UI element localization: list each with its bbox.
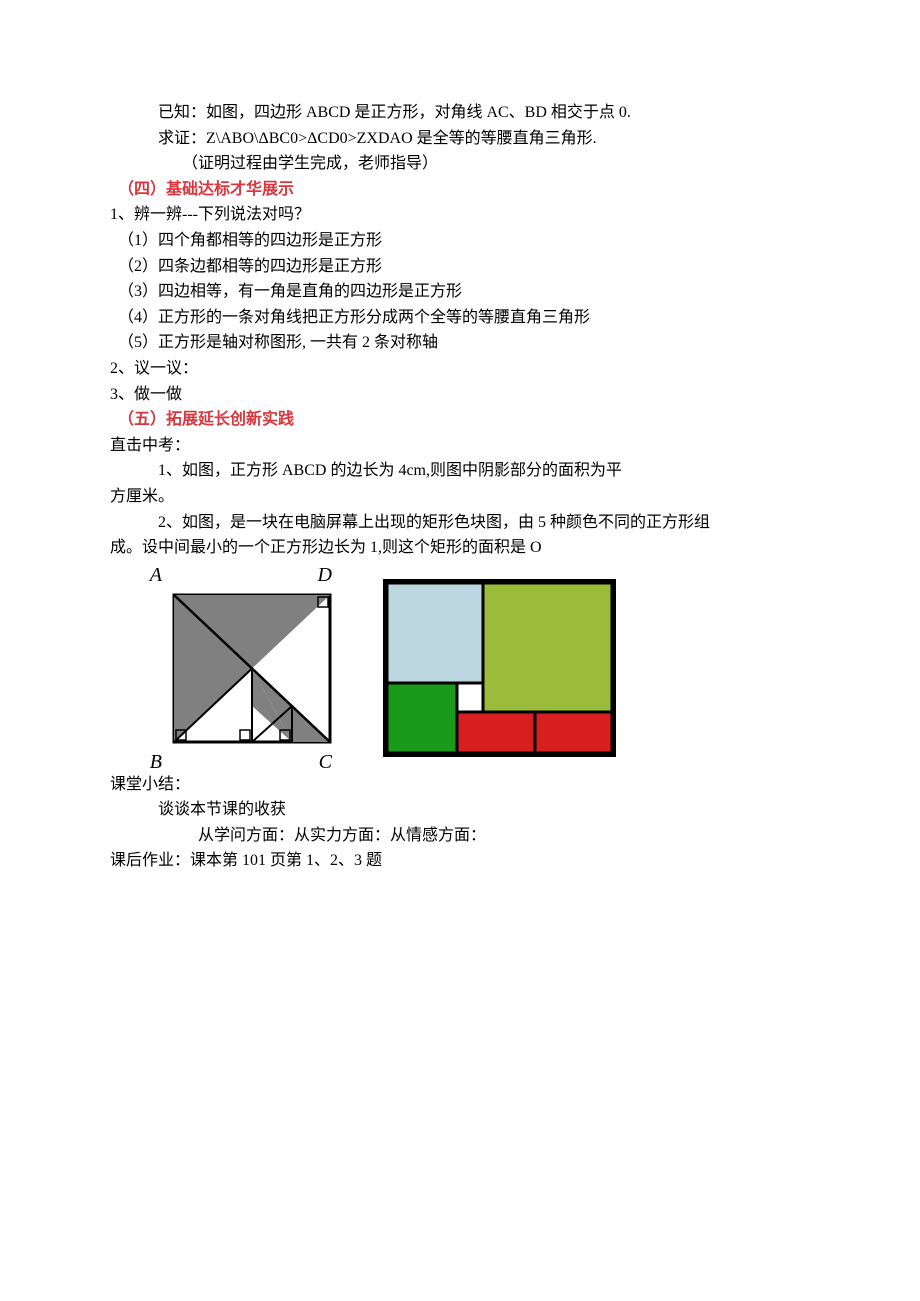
figure1-svg bbox=[162, 591, 342, 746]
section5-title: （五）拓展延长创新实践 bbox=[110, 407, 810, 433]
document-page: 已知：如图，四边形 ABCD 是正方形，对角线 AC、BD 相交于点 0. 求证… bbox=[0, 0, 920, 874]
figures-row: A D B C bbox=[140, 567, 810, 770]
q1-item-2: （2）四条边都相等的四边形是正方形 bbox=[110, 254, 810, 280]
q1-item-1: （1）四个角都相等的四边形是正方形 bbox=[110, 228, 810, 254]
problem2-line2: 成。设中间最小的一个正方形边长为 1,则这个矩形的面积是 O bbox=[110, 535, 810, 561]
figure1-label-D: D bbox=[318, 559, 342, 591]
figure-1-square-diagonal: A D B C bbox=[140, 567, 342, 770]
q2-line: 2、议一议： bbox=[110, 356, 810, 382]
problem2-line1: 2、如图，是一块在电脑屏幕上出现的矩形色块图，由 5 种颜色不同的正方形组 bbox=[110, 510, 810, 536]
section4-title: （四）基础达标才华展示 bbox=[110, 177, 810, 203]
figure-2-color-blocks bbox=[382, 578, 617, 758]
figure1-label-C: C bbox=[319, 746, 342, 778]
summary-title: 课堂小结： bbox=[110, 772, 810, 798]
summary-aspects: 从学问方面：从实力方面：从情感方面： bbox=[110, 823, 810, 849]
known-line: 已知：如图，四边形 ABCD 是正方形，对角线 AC、BD 相交于点 0. bbox=[110, 100, 810, 126]
homework-line: 课后作业：课本第 101 页第 1、2、3 题 bbox=[110, 848, 810, 874]
problem1-line1: 1、如图，正方形 ABCD 的边长为 4cm,则图中阴影部分的面积为平 bbox=[110, 458, 810, 484]
q3-line: 3、做一做 bbox=[110, 382, 810, 408]
figure1-label-A: A bbox=[150, 559, 162, 591]
problem1-line2: 方厘米。 bbox=[110, 484, 810, 510]
exam-lead: 直击中考： bbox=[110, 433, 810, 459]
summary-line: 谈谈本节课的收获 bbox=[110, 797, 810, 823]
prove-line: 求证：Z\ABO\ΔBC0>ΔCD0>ZXDAO 是全等的等腰直角三角形. bbox=[110, 126, 810, 152]
q1-item-4: （4）正方形的一条对角线把正方形分成两个全等的等腰直角三角形 bbox=[110, 305, 810, 331]
q1-item-3: （3）四边相等，有一角是直角的四边形是正方形 bbox=[110, 279, 810, 305]
q1-item-5: （5）正方形是轴对称图形, 一共有 2 条对称轴 bbox=[110, 330, 810, 356]
proof-note: （证明过程由学生完成，老师指导） bbox=[110, 151, 810, 177]
q1-lead: 1、辨一辨---下列说法对吗？ bbox=[110, 202, 810, 228]
